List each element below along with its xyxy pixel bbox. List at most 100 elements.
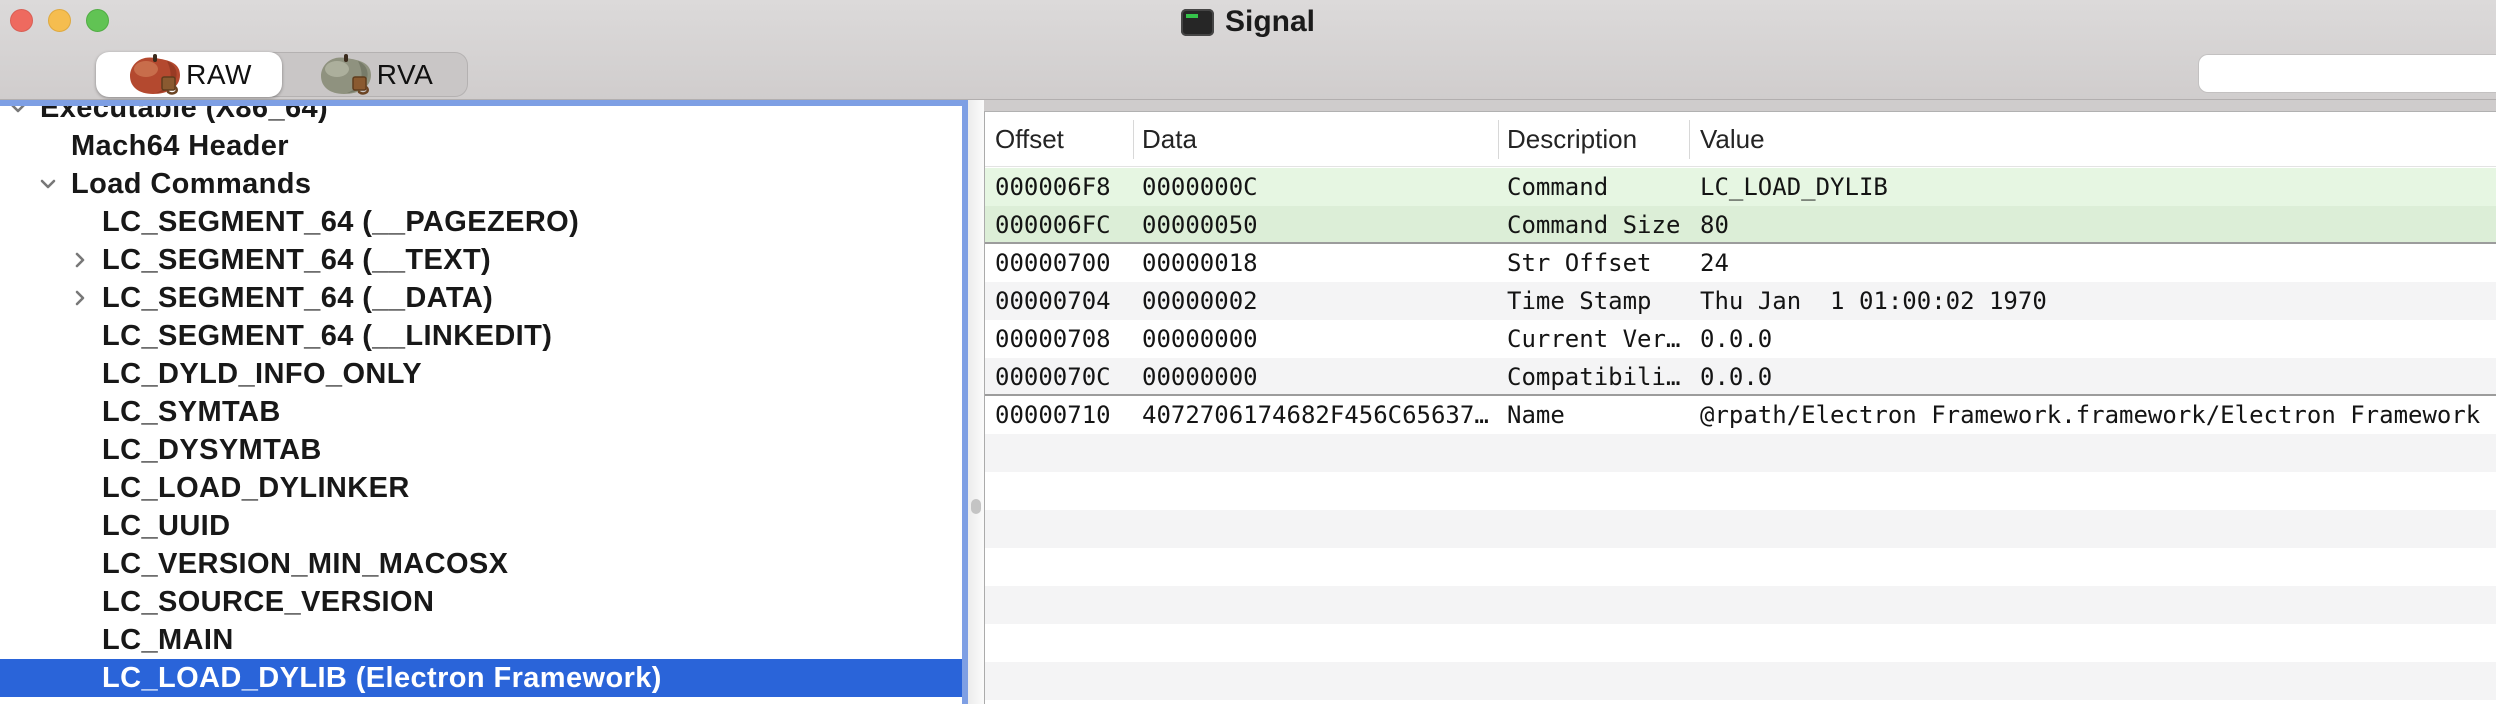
cell-offset: 00000708 bbox=[995, 320, 1135, 358]
search-field[interactable] bbox=[2198, 54, 2496, 93]
cell-data: 00000002 bbox=[1142, 282, 1500, 320]
cell-description: Compatibili… bbox=[1507, 358, 1693, 396]
cell-data: 00000000 bbox=[1142, 320, 1500, 358]
sidebar-item-executable-x86-64[interactable]: Executable (X86_64) bbox=[0, 100, 962, 127]
cell-offset: 000006F8 bbox=[995, 168, 1135, 206]
sidebar-item-lc-segment-64-data[interactable]: LC_SEGMENT_64 (__DATA) bbox=[0, 279, 962, 317]
table-row-empty bbox=[985, 548, 2496, 586]
segment-rva[interactable]: RVA bbox=[282, 52, 468, 97]
column-separator bbox=[1133, 120, 1134, 159]
apple-red-icon bbox=[126, 54, 184, 96]
segment-raw[interactable]: RAW bbox=[96, 52, 282, 97]
sidebar-item-lc-segment-64-text[interactable]: LC_SEGMENT_64 (__TEXT) bbox=[0, 241, 962, 279]
sidebar-tree[interactable]: Executable (X86_64) Mach64 Header Load Com… bbox=[0, 100, 968, 704]
sidebar-item-lc-dyld-info-only[interactable]: LC_DYLD_INFO_ONLY bbox=[0, 355, 962, 393]
chevron-right-icon[interactable] bbox=[68, 248, 92, 272]
table-row-empty bbox=[985, 472, 2496, 510]
sidebar-item-lc-load-dylib-electron-framework[interactable]: LC_LOAD_DYLIB (Electron Framework) bbox=[0, 659, 962, 697]
sidebar-item-label: Executable (X86_64) bbox=[40, 100, 328, 125]
table-row-empty bbox=[985, 434, 2496, 472]
cell-description: Name bbox=[1507, 396, 1693, 434]
sidebar-item-label: LC_DYSYMTAB bbox=[102, 434, 322, 467]
cell-value: Thu Jan 1 01:00:02 1970 bbox=[1700, 282, 2490, 320]
search-input[interactable] bbox=[2208, 54, 2496, 93]
chevron-down-icon[interactable] bbox=[6, 100, 30, 120]
sidebar-item-label: LC_MAIN bbox=[102, 624, 234, 657]
column-header-description[interactable]: Description bbox=[1507, 112, 1637, 167]
table-row[interactable]: 0000070C00000000Compatibili…0.0.0 bbox=[985, 358, 2496, 396]
sidebar-item-label: LC_UUID bbox=[102, 510, 230, 543]
chevron-down-icon[interactable] bbox=[36, 172, 60, 196]
window-chrome: Signal RAW RVA bbox=[0, 0, 2496, 100]
sidebar-item-label: LC_VERSION_MIN_MACOSX bbox=[102, 548, 508, 581]
table-row-empty bbox=[985, 586, 2496, 624]
sidebar-item-label: LC_SYMTAB bbox=[102, 396, 281, 429]
sidebar-item-mach64-header[interactable]: Mach64 Header bbox=[0, 127, 962, 165]
sidebar-item-label: LC_LOAD_DYLINKER bbox=[102, 472, 410, 505]
table-row-empty bbox=[985, 510, 2496, 548]
sidebar-item-label: LC_SEGMENT_64 (__LINKEDIT) bbox=[102, 320, 552, 353]
scrollbar-thumb[interactable] bbox=[971, 499, 981, 514]
cell-description: Time Stamp bbox=[1507, 282, 1693, 320]
sidebar-item-lc-uuid[interactable]: LC_UUID bbox=[0, 507, 962, 545]
sidebar-item-label: LC_SEGMENT_64 (__PAGEZERO) bbox=[102, 206, 579, 239]
table-row[interactable]: 0000070800000000Current Ver…0.0.0 bbox=[985, 320, 2496, 358]
sidebar-item-lc-symtab[interactable]: LC_SYMTAB bbox=[0, 393, 962, 431]
cell-description: Command bbox=[1507, 168, 1693, 206]
cell-offset: 00000710 bbox=[995, 396, 1135, 434]
sidebar-item-lc-dysymtab[interactable]: LC_DYSYMTAB bbox=[0, 431, 962, 469]
table-row[interactable]: 000006F80000000CCommandLC_LOAD_DYLIB bbox=[985, 168, 2496, 206]
cell-value: 0.0.0 bbox=[1700, 358, 2490, 396]
cell-data: 00000000 bbox=[1142, 358, 1500, 396]
table-row-empty bbox=[985, 624, 2496, 662]
sidebar-item-label: LC_LOAD_DYLIB (Electron Framework) bbox=[102, 662, 662, 695]
sidebar-item-label: Mach64 Header bbox=[71, 130, 289, 163]
sidebar-item-lc-load-dylinker[interactable]: LC_LOAD_DYLINKER bbox=[0, 469, 962, 507]
cell-description: Str Offset bbox=[1507, 244, 1693, 282]
sidebar-item-label: LC_SOURCE_VERSION bbox=[102, 586, 434, 619]
table-row[interactable]: 0000070400000002Time StampThu Jan 1 01:0… bbox=[985, 282, 2496, 320]
cell-data: 4072706174682F456C65637… bbox=[1142, 396, 1500, 434]
cell-value: 0.0.0 bbox=[1700, 320, 2490, 358]
chevron-right-icon[interactable] bbox=[68, 286, 92, 310]
sidebar-item-load-commands[interactable]: Load Commands bbox=[0, 165, 962, 203]
cell-data: 00000018 bbox=[1142, 244, 1500, 282]
cell-description: Current Ver… bbox=[1507, 320, 1693, 358]
table-row[interactable]: 000007104072706174682F456C65637…Name@rpa… bbox=[985, 396, 2496, 434]
table-row-empty bbox=[985, 700, 2496, 704]
sidebar-item-lc-main[interactable]: LC_MAIN bbox=[0, 621, 962, 659]
cell-data: 00000050 bbox=[1142, 206, 1500, 244]
column-separator bbox=[1689, 120, 1690, 159]
table-row[interactable]: 000006FC00000050Command Size80 bbox=[985, 206, 2496, 244]
document-proxy-icon bbox=[1181, 9, 1214, 36]
detail-table: OffsetDataDescriptionValue 000006F800000… bbox=[984, 111, 2496, 704]
column-separator bbox=[1498, 120, 1499, 159]
segment-label: RVA bbox=[377, 59, 434, 91]
segment-label: RAW bbox=[186, 59, 252, 91]
table-header: Offset Data Description Value bbox=[985, 112, 2496, 167]
sidebar-item-label: LC_DYLD_INFO_ONLY bbox=[102, 358, 422, 391]
cell-value: 80 bbox=[1700, 206, 2490, 244]
column-header-data[interactable]: Data bbox=[1142, 112, 1197, 167]
sidebar-item-lc-source-version[interactable]: LC_SOURCE_VERSION bbox=[0, 583, 962, 621]
app-window: Signal RAW RVA Executable (X86_64) Mach64… bbox=[0, 0, 2496, 704]
window-title: Signal bbox=[1225, 5, 1315, 39]
cell-offset: 00000704 bbox=[995, 282, 1135, 320]
apple-gray-icon bbox=[317, 54, 375, 96]
column-header-offset[interactable]: Offset bbox=[995, 112, 1064, 167]
sidebar-item-lc-version-min-macosx[interactable]: LC_VERSION_MIN_MACOSX bbox=[0, 545, 962, 583]
cell-offset: 000006FC bbox=[995, 206, 1135, 244]
cell-offset: 0000070C bbox=[995, 358, 1135, 396]
titlebar: Signal bbox=[0, 5, 2496, 39]
cell-value: LC_LOAD_DYLIB bbox=[1700, 168, 2490, 206]
raw-rva-segmented-control: RAW RVA bbox=[96, 52, 468, 97]
column-header-value[interactable]: Value bbox=[1700, 112, 1765, 167]
sidebar-item-label: Load Commands bbox=[71, 168, 311, 201]
table-row[interactable]: 0000070000000018Str Offset24 bbox=[985, 244, 2496, 282]
sidebar-scrollbar[interactable] bbox=[968, 100, 984, 704]
cell-data: 0000000C bbox=[1142, 168, 1500, 206]
sidebar-item-lc-segment-64-linkedit[interactable]: LC_SEGMENT_64 (__LINKEDIT) bbox=[0, 317, 962, 355]
table-row-empty bbox=[985, 662, 2496, 700]
cell-description: Command Size bbox=[1507, 206, 1693, 244]
sidebar-item-lc-segment-64-pagezero[interactable]: LC_SEGMENT_64 (__PAGEZERO) bbox=[0, 203, 962, 241]
